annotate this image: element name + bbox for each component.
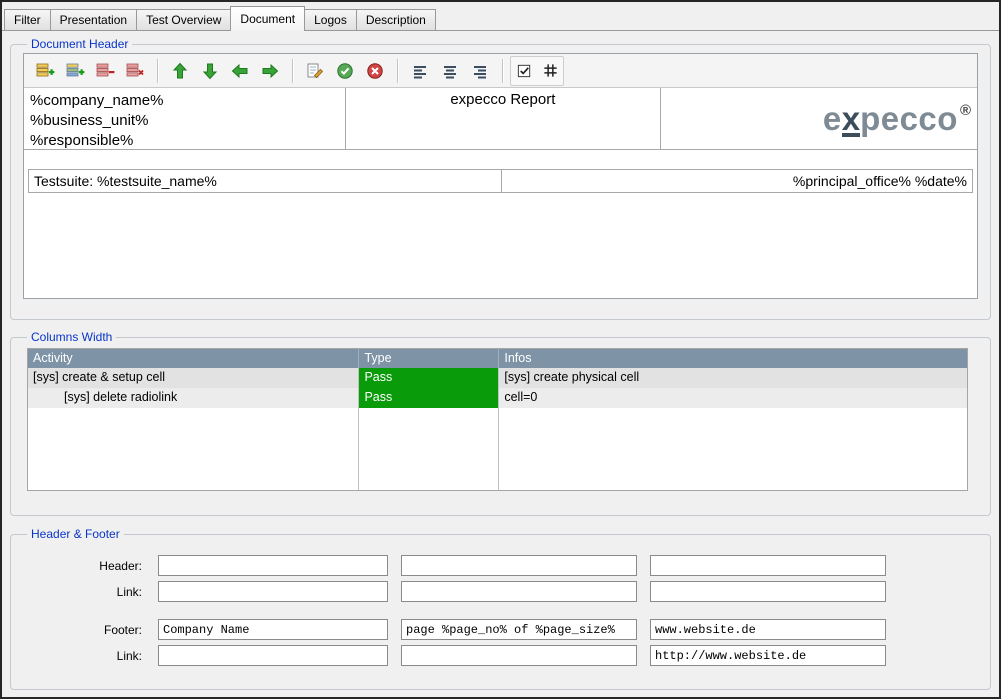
tab-logos[interactable]: Logos [304,9,357,30]
table-empty-area [28,408,967,490]
status-pass-cell: Pass [359,388,499,408]
header-cell-testsuite[interactable]: Testsuite: %testsuite_name% [29,170,502,192]
header-cell-office-date[interactable]: %principal_office% %date% [502,170,972,192]
header-footer-group: Header & Footer Header: Link: Footer: [10,527,991,690]
align-center-icon[interactable] [435,57,465,85]
tab-bar: Filter Presentation Test Overview Docume… [2,2,999,31]
business-unit-placeholder: %business_unit% [30,111,339,131]
delete-row-icon[interactable] [90,57,120,85]
header-row: Header: [23,555,978,576]
activity-cell: [sys] delete radiolink [28,388,359,408]
status-pass-cell: Pass [359,368,499,388]
table-header-row: Activity Type Infos [28,349,967,368]
tab-test-overview[interactable]: Test Overview [136,9,231,30]
columns-width-group: Columns Width Activity Type Infos [sys] … [10,330,991,516]
footer-row: Footer: [23,619,978,640]
align-right-icon[interactable] [465,57,495,85]
move-down-icon[interactable] [195,57,225,85]
document-header-group-label: Document Header [27,37,132,51]
header-link-row: Link: [23,581,978,602]
toolbar-separator [397,59,398,83]
infos-cell: cell=0 [499,388,967,408]
column-header-infos[interactable]: Infos [499,349,967,368]
checkbox-toggle-icon[interactable] [511,57,537,85]
empty-cell [499,408,967,490]
column-header-activity[interactable]: Activity [28,349,359,368]
document-header-editor: %company_name% %business_unit% %responsi… [23,53,978,299]
table-row[interactable]: [sys] create & setup cell Pass [sys] cre… [28,368,967,388]
tab-document[interactable]: Document [230,6,305,31]
report-header-preview: %company_name% %business_unit% %responsi… [24,88,977,298]
header-link-input-2[interactable] [401,581,637,602]
table-row[interactable]: [sys] delete radiolink Pass cell=0 [28,388,967,408]
footer-link-input-1[interactable] [158,645,388,666]
tab-filter[interactable]: Filter [4,9,51,30]
toolbar-separator [502,59,503,83]
insert-row-after-icon[interactable] [60,57,90,85]
header-link-label: Link: [23,585,145,599]
tab-description[interactable]: Description [356,9,436,30]
header-template-row-1: %company_name% %business_unit% %responsi… [24,88,977,150]
footer-link-row: Link: [23,645,978,666]
infos-cell: [sys] create physical cell [499,368,967,388]
toolbar-separator [157,59,158,83]
header-input-1[interactable] [158,555,388,576]
move-left-icon[interactable] [225,57,255,85]
report-settings-window: Filter Presentation Test Overview Docume… [0,0,1001,699]
footer-link-input-2[interactable] [401,645,637,666]
footer-link-label: Link: [23,649,145,663]
header-cell-title[interactable]: expecco Report [346,88,660,149]
header-cell-company[interactable]: %company_name% %business_unit% %responsi… [24,88,346,149]
header-template-gap [24,150,977,169]
document-header-group: Document Header [10,37,991,320]
insert-row-icon[interactable] [30,57,60,85]
footer-link-input-3[interactable] [650,645,886,666]
expecco-logo: expecco® [823,100,971,138]
move-up-icon[interactable] [165,57,195,85]
report-title-text: expecco Report [450,91,555,108]
header-input-3[interactable] [650,555,886,576]
document-header-toolbar [24,54,977,88]
edit-cell-icon[interactable] [300,57,330,85]
tab-presentation[interactable]: Presentation [50,9,137,30]
header-label: Header: [23,559,145,573]
align-left-icon[interactable] [405,57,435,85]
header-template-row-2: Testsuite: %testsuite_name% %principal_o… [28,169,973,193]
header-footer-form: Header: Link: Footer: Link: [23,555,978,666]
empty-cell [359,408,499,490]
empty-cell [28,408,359,490]
toggle-button-group [510,56,564,86]
registered-trademark-symbol: ® [960,102,971,119]
header-link-input-3[interactable] [650,581,886,602]
column-header-type[interactable]: Type [359,349,499,368]
footer-input-3[interactable] [650,619,886,640]
cancel-icon[interactable] [360,57,390,85]
footer-input-2[interactable] [401,619,637,640]
footer-input-1[interactable] [158,619,388,640]
company-name-placeholder: %company_name% [30,91,339,111]
header-input-2[interactable] [401,555,637,576]
header-link-input-1[interactable] [158,581,388,602]
header-footer-group-label: Header & Footer [27,527,124,541]
columns-width-group-label: Columns Width [27,330,116,344]
move-right-icon[interactable] [255,57,285,85]
ok-icon[interactable] [330,57,360,85]
responsible-placeholder: %responsible% [30,131,339,151]
delete-rows-icon[interactable] [120,57,150,85]
toolbar-separator [292,59,293,83]
grid-toggle-icon[interactable] [537,57,563,85]
footer-label: Footer: [23,623,145,637]
header-cell-logo[interactable]: expecco® [661,88,977,149]
columns-width-table: Activity Type Infos [sys] create & setup… [27,348,968,491]
activity-cell: [sys] create & setup cell [28,368,359,388]
